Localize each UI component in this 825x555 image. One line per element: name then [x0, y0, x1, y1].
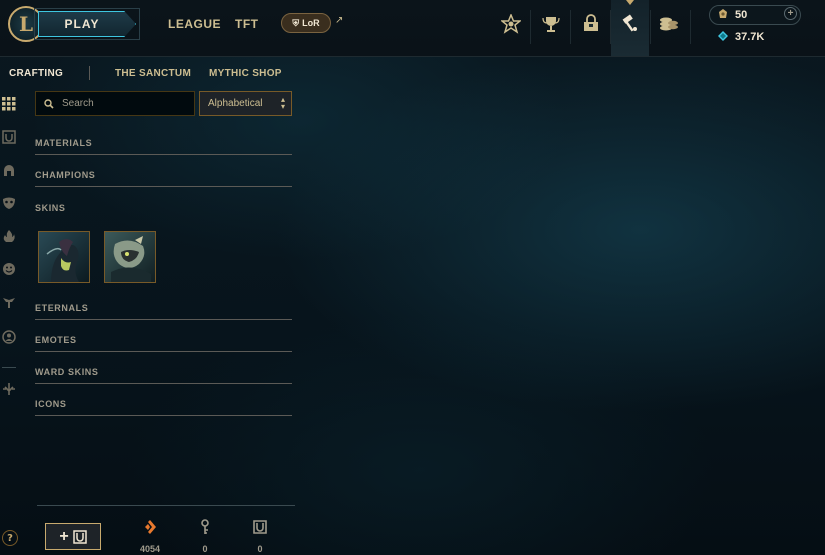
- sort-chevron-icon: ▴ ▾: [280, 95, 285, 111]
- category-emotes[interactable]: EMOTES: [35, 335, 292, 352]
- play-button[interactable]: PLAY: [38, 11, 136, 37]
- top-separator: [650, 10, 651, 44]
- category-materials[interactable]: MATERIALS: [35, 138, 292, 155]
- essence-count: 50: [735, 9, 748, 21]
- skin-shard-tile[interactable]: [104, 231, 156, 283]
- profile-icon[interactable]: [1, 329, 17, 345]
- tab-mythic-shop[interactable]: MYTHIC SHOP: [209, 68, 282, 79]
- search-icon: [44, 98, 54, 109]
- rp-diamond-icon: [717, 30, 729, 45]
- top-separator: [570, 10, 571, 44]
- subnav-separator: [89, 66, 90, 80]
- search-box: [35, 91, 195, 116]
- skin-mask-icon[interactable]: [1, 195, 17, 211]
- orange-essence-icon: [135, 519, 165, 540]
- skin-shard-image: [39, 232, 89, 282]
- top-separator: [530, 10, 531, 44]
- all-grid-icon[interactable]: [1, 96, 17, 112]
- category-label: ETERNALS: [35, 303, 89, 313]
- skin-shard-tile[interactable]: [38, 231, 90, 283]
- category-label: SKINS: [35, 203, 66, 213]
- chest-count-icon: [245, 519, 275, 540]
- tab-crafting[interactable]: CRAFTING: [9, 68, 63, 79]
- category-label: MATERIALS: [35, 138, 93, 148]
- disenchant-icon[interactable]: [1, 381, 17, 397]
- add-currency-button[interactable]: +: [784, 7, 797, 20]
- lor-icon: ⛨: [292, 17, 300, 28]
- nav-tft[interactable]: TFT: [235, 17, 259, 31]
- skin-shard-image: [105, 232, 155, 282]
- category-icons[interactable]: ICONS: [35, 399, 292, 416]
- category-label: WARD SKINS: [35, 367, 99, 377]
- active-tab-marker: [626, 0, 634, 5]
- chest-count: 0: [257, 544, 263, 554]
- footer-divider: [37, 505, 295, 506]
- lor-button[interactable]: ⛨ LoR: [281, 13, 331, 33]
- category-label: EMOTES: [35, 335, 77, 345]
- blue-essence-icon: [717, 8, 729, 23]
- category-eternals[interactable]: ETERNALS: [35, 303, 292, 320]
- key-count: 0: [202, 544, 208, 554]
- chest-icon[interactable]: [1, 129, 17, 145]
- tft-star-icon[interactable]: [499, 12, 523, 36]
- rail-divider: [2, 367, 16, 368]
- category-label: ICONS: [35, 399, 67, 409]
- chest-icon: [72, 529, 87, 544]
- top-separator: [690, 10, 691, 44]
- add-chest-button[interactable]: +: [45, 523, 101, 550]
- eternal-flame-icon[interactable]: [1, 228, 17, 244]
- rp-count: 37.7K: [735, 31, 765, 43]
- orange-essence-count: 4054: [139, 544, 161, 554]
- champion-helmet-icon[interactable]: [1, 162, 17, 178]
- top-separator: [610, 10, 611, 44]
- nav-league[interactable]: LEAGUE: [168, 17, 221, 31]
- add-plus-label: +: [59, 527, 69, 545]
- search-input[interactable]: [60, 97, 184, 110]
- category-skins[interactable]: SKINS: [35, 203, 292, 219]
- tab-the-sanctum[interactable]: THE SANCTUM: [115, 68, 191, 79]
- collection-bag-icon[interactable]: [579, 12, 603, 36]
- external-link-icon: ↗: [335, 15, 344, 26]
- emote-face-icon[interactable]: [1, 261, 17, 277]
- category-label: CHAMPIONS: [35, 170, 96, 180]
- lor-label: LoR: [302, 18, 320, 28]
- crafting-hammer-icon[interactable]: [618, 12, 642, 36]
- help-button[interactable]: ?: [2, 530, 18, 546]
- store-coins-icon[interactable]: [657, 12, 681, 36]
- top-navigation-bar: L PLAY LEAGUE TFT ⛨ LoR ↗ 50 + 37.7K: [0, 0, 825, 57]
- sort-dropdown[interactable]: Alphabetical ▴ ▾: [199, 91, 292, 116]
- rewards-trophy-icon[interactable]: [539, 12, 563, 36]
- ward-totem-icon[interactable]: [1, 294, 17, 310]
- category-ward-skins[interactable]: WARD SKINS: [35, 367, 292, 384]
- key-fragment-icon: [190, 519, 220, 540]
- category-champions[interactable]: CHAMPIONS: [35, 170, 292, 187]
- sort-selected-value: Alphabetical: [208, 98, 263, 109]
